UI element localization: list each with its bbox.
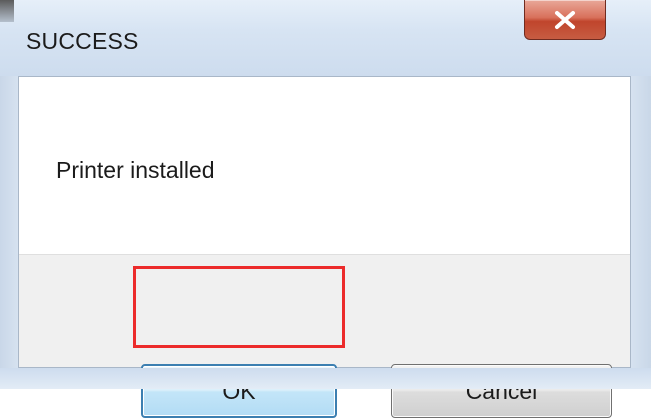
message-area: Printer installed	[19, 77, 630, 254]
close-icon	[555, 10, 575, 29]
button-bar: OK Cancel	[19, 254, 630, 418]
title-bar: SUCCESS	[0, 0, 651, 76]
window-left-border	[0, 76, 18, 368]
window-bottom-border	[0, 368, 651, 389]
window-right-border	[631, 76, 651, 368]
dialog-title: SUCCESS	[26, 28, 139, 54]
dialog-window: SUCCESS Printer installed OK Cancel	[0, 0, 651, 418]
dialog-message: Printer installed	[56, 157, 215, 183]
window-corner	[0, 0, 14, 22]
dialog-content: Printer installed OK Cancel	[18, 76, 631, 418]
close-button[interactable]	[524, 0, 606, 40]
